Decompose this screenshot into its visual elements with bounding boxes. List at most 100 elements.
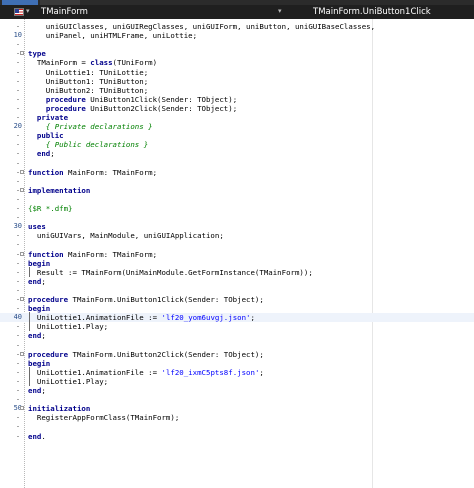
code-token-kw: function bbox=[28, 167, 64, 177]
code-line[interactable] bbox=[0, 341, 474, 350]
code-line[interactable]: 50 initialization bbox=[0, 404, 474, 413]
code-line[interactable]: procedure UniButton1Click(Sender: TObjec… bbox=[0, 95, 474, 104]
code-line[interactable] bbox=[0, 240, 474, 249]
code-token: uniPanel, uniHTMLFrame, uniLottie; bbox=[28, 31, 198, 41]
code-token: TMainForm = bbox=[28, 58, 91, 68]
fold-toggle-icon[interactable] bbox=[20, 51, 24, 56]
code-line[interactable]: UniLottie1.AnimationFile := 'lf20_ixmC5p… bbox=[0, 368, 474, 377]
code-line[interactable]: 30 uses bbox=[0, 222, 474, 231]
code-text: implementation bbox=[28, 186, 90, 195]
code-line[interactable]: function MainForm: TMainForm; bbox=[0, 168, 474, 177]
code-token: MainForm: TMainForm; bbox=[63, 249, 158, 259]
code-line[interactable]: 40 UniLottie1.AnimationFile := 'lf20_yom… bbox=[0, 313, 474, 323]
code-line[interactable]: end; bbox=[0, 386, 474, 395]
code-token-kw: procedure bbox=[28, 349, 69, 359]
code-line[interactable]: procedure TMainForm.UniButton1Click(Send… bbox=[0, 295, 474, 304]
fold-toggle-icon[interactable] bbox=[20, 251, 24, 256]
method-selector[interactable]: TMainForm.UniButton1Click bbox=[313, 7, 431, 17]
fold-toggle-icon[interactable] bbox=[20, 351, 24, 356]
code-text: private bbox=[28, 113, 68, 122]
code-token: (TUniForm) bbox=[112, 58, 158, 68]
code-line[interactable]: private bbox=[0, 113, 474, 122]
code-text: end; bbox=[28, 277, 46, 286]
code-text: uniPanel, uniHTMLFrame, uniLottie; bbox=[28, 31, 197, 40]
code-line[interactable]: uniGUIClasses, uniGUIRegClasses, uniGUIF… bbox=[0, 22, 474, 31]
code-line[interactable] bbox=[0, 395, 474, 404]
code-editor[interactable]: uniGUIClasses, uniGUIRegClasses, uniGUIF… bbox=[0, 19, 474, 488]
line-marker-dot bbox=[17, 53, 19, 55]
line-marker-dot bbox=[17, 162, 19, 164]
code-line[interactable]: RegisterAppFormClass(TMainForm); bbox=[0, 413, 474, 422]
code-line[interactable]: end; bbox=[0, 277, 474, 286]
line-marker-dot bbox=[17, 198, 19, 200]
code-token: uniGUIVars, MainModule, uniGUIApplicatio… bbox=[28, 231, 224, 241]
code-line[interactable]: implementation bbox=[0, 186, 474, 195]
code-line[interactable]: Result := TMainForm(UniMainModule.GetFor… bbox=[0, 268, 474, 277]
code-line[interactable] bbox=[0, 286, 474, 295]
code-token: TMainForm.UniButton2Click(Sender: TObjec… bbox=[68, 349, 264, 359]
code-line[interactable]: {$R *.dfm} bbox=[0, 204, 474, 213]
code-token: RegisterAppFormClass(TMainForm); bbox=[28, 413, 180, 423]
code-token-kw: initialization bbox=[28, 404, 91, 414]
code-line[interactable]: TMainForm = class(TUniForm) bbox=[0, 58, 474, 67]
code-line[interactable] bbox=[0, 177, 474, 186]
code-line[interactable]: UniLottie1.Play; bbox=[0, 377, 474, 386]
code-line[interactable] bbox=[0, 422, 474, 431]
code-text: function MainForm: TMainForm; bbox=[28, 250, 157, 259]
code-text: public bbox=[28, 131, 64, 140]
line-marker-dot bbox=[17, 153, 19, 155]
code-line[interactable]: end. bbox=[0, 432, 474, 441]
code-token: ; bbox=[50, 149, 55, 159]
line-marker-dot bbox=[17, 171, 19, 173]
code-line[interactable]: begin bbox=[0, 259, 474, 268]
line-marker-dot bbox=[17, 98, 19, 100]
line-marker-dot bbox=[17, 117, 19, 118]
block-structure-line bbox=[29, 366, 30, 386]
code-token-cm: { Private declarations } bbox=[45, 122, 153, 132]
code-line[interactable]: UniButton1: TUniButton; bbox=[0, 77, 474, 86]
chevron-down-icon[interactable]: ▾ bbox=[26, 7, 30, 15]
code-token: UniButton1: TUniButton; bbox=[28, 76, 149, 86]
code-line[interactable] bbox=[0, 159, 474, 168]
code-text: initialization bbox=[28, 404, 90, 413]
code-line[interactable]: uniGUIVars, MainModule, uniGUIApplicatio… bbox=[0, 231, 474, 240]
code-token: UniButton2Click(Sender: TObject); bbox=[85, 103, 238, 113]
fold-toggle-icon[interactable] bbox=[20, 187, 24, 192]
unit-selector[interactable]: TMainForm bbox=[41, 7, 88, 17]
code-text: begin bbox=[28, 359, 50, 368]
code-line[interactable]: UniLottie1.Play; bbox=[0, 322, 474, 331]
code-line[interactable]: public bbox=[0, 131, 474, 140]
code-text: procedure TMainForm.UniButton2Click(Send… bbox=[28, 350, 264, 359]
code-token-kw: uses bbox=[28, 222, 46, 232]
code-line[interactable]: end; bbox=[0, 149, 474, 158]
fold-toggle-icon[interactable] bbox=[20, 406, 24, 411]
code-line[interactable]: 20 { Private declarations } bbox=[0, 122, 474, 131]
code-line[interactable]: UniButton2: TUniButton; bbox=[0, 86, 474, 95]
code-line[interactable]: end; bbox=[0, 331, 474, 340]
code-line[interactable]: begin bbox=[0, 359, 474, 368]
code-line[interactable] bbox=[0, 213, 474, 222]
fold-toggle-icon[interactable] bbox=[20, 297, 24, 301]
code-text: type bbox=[28, 49, 46, 58]
code-line[interactable]: UniLottie1: TUniLottie; bbox=[0, 68, 474, 77]
code-line[interactable]: function MainForm: TMainForm; bbox=[0, 250, 474, 259]
line-marker-dot bbox=[17, 180, 19, 182]
fold-toggle-icon[interactable] bbox=[20, 169, 24, 174]
code-text: UniLottie1.Play; bbox=[28, 322, 108, 331]
code-line[interactable] bbox=[0, 195, 474, 204]
code-token: UniLottie1.AnimationFile := bbox=[28, 367, 162, 377]
code-text: {$R *.dfm} bbox=[28, 204, 73, 213]
code-line[interactable]: procedure UniButton2Click(Sender: TObjec… bbox=[0, 104, 474, 113]
line-marker-dot bbox=[17, 353, 19, 355]
line-marker-dot bbox=[17, 135, 19, 137]
code-line[interactable]: 10 uniPanel, uniHTMLFrame, uniLottie; bbox=[0, 31, 474, 40]
chevron-down-icon[interactable]: ▾ bbox=[278, 7, 282, 15]
code-line[interactable]: type bbox=[0, 49, 474, 58]
code-line[interactable]: begin bbox=[0, 304, 474, 313]
code-line[interactable] bbox=[0, 40, 474, 49]
code-text: UniButton1: TUniButton; bbox=[28, 77, 148, 86]
code-line[interactable]: procedure TMainForm.UniButton2Click(Send… bbox=[0, 350, 474, 359]
code-text: end. bbox=[28, 432, 46, 441]
code-line[interactable]: { Public declarations } bbox=[0, 140, 474, 149]
